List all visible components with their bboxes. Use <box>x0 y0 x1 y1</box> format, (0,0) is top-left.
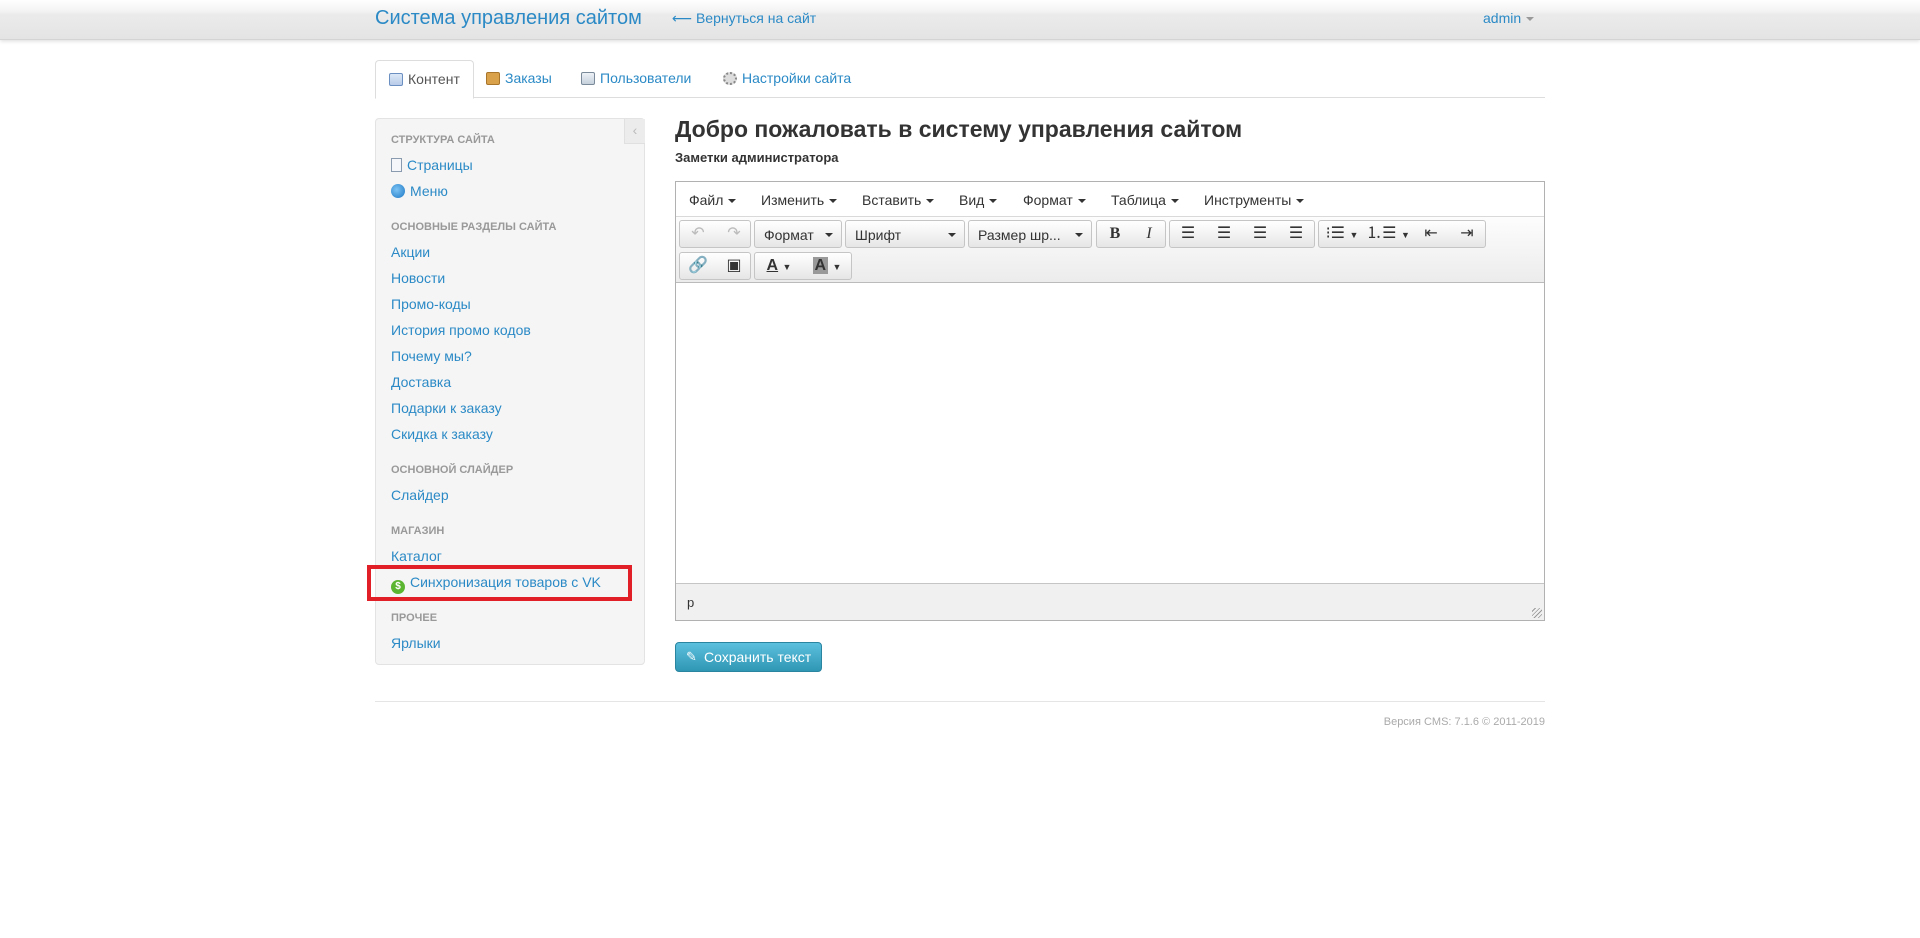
orders-icon <box>486 72 500 85</box>
tab-content[interactable]: Контент <box>375 60 474 99</box>
tab-orders[interactable]: Заказы <box>473 60 565 98</box>
sidebar-item-delivery[interactable]: Доставка <box>391 374 451 390</box>
sidebar-item-order-gifts[interactable]: Подарки к заказу <box>391 400 502 416</box>
element-path[interactable]: p <box>687 595 694 610</box>
pencil-icon: ✎ <box>686 649 697 664</box>
redo-icon[interactable]: ↷ <box>716 221 752 247</box>
history-group: ↶ ↷ <box>679 220 751 248</box>
indent-icon[interactable]: ⇥ <box>1449 221 1485 247</box>
link-icon[interactable]: 🔗 <box>680 253 716 279</box>
users-icon <box>581 72 595 85</box>
editor-menubar: Файл Изменить Вставить Вид Формат Таблиц… <box>676 182 1544 217</box>
editor-toolbar: ↶ ↷ Формат Шрифт Размер шр... B I ☰ ☰ ☰ … <box>676 217 1544 283</box>
sidebar-item-catalog[interactable]: Каталог <box>391 548 442 564</box>
user-menu[interactable]: admin <box>1483 10 1535 26</box>
sidebar-item-why-us[interactable]: Почему мы? <box>391 348 472 364</box>
image-icon[interactable]: ▣ <box>716 253 752 279</box>
pages-icon <box>391 158 402 172</box>
footer-divider <box>375 701 1545 702</box>
format-select[interactable]: Формат <box>754 220 842 248</box>
sidebar-header-shop: Магазин <box>391 525 445 537</box>
tab-users[interactable]: Пользователи <box>568 60 704 98</box>
sidebar-item-shortcuts[interactable]: Ярлыки <box>391 635 441 651</box>
font-select[interactable]: Шрифт <box>845 220 965 248</box>
align-center-icon[interactable]: ☰ <box>1206 221 1242 247</box>
highlight-box <box>367 565 632 601</box>
text-style-group: B I <box>1096 220 1166 248</box>
sidebar-header-main-sections: Основные разделы сайта <box>391 221 557 233</box>
sidebar-item-slider[interactable]: Слайдер <box>391 487 449 503</box>
footer-version: Версия CMS: 7.1.6 © 2011-2019 <box>1383 716 1545 728</box>
numbered-list-icon[interactable]: ⒈☰ ▼ <box>1365 221 1411 247</box>
save-text-button[interactable]: ✎ Сохранить текст <box>675 642 822 672</box>
undo-icon[interactable]: ↶ <box>680 221 716 247</box>
sidebar-collapse-button[interactable]: ‹ <box>624 119 645 144</box>
background-color-icon[interactable]: A ▼ <box>803 253 851 279</box>
bold-icon[interactable]: B <box>1097 221 1133 247</box>
resize-handle-icon[interactable] <box>1532 608 1542 618</box>
menu-tools[interactable]: Инструменты <box>1204 192 1305 208</box>
sidebar-item-promo-history[interactable]: История промо кодов <box>391 322 531 338</box>
sidebar-item-promo-codes[interactable]: Промо-коды <box>391 296 471 312</box>
list-group: ⁝☰ ▼ ⒈☰ ▼ ⇤ ⇥ <box>1318 220 1486 248</box>
tab-site-settings[interactable]: Настройки сайта <box>710 60 864 98</box>
content-icon <box>389 73 403 86</box>
rich-text-editor: Файл Изменить Вставить Вид Формат Таблиц… <box>675 181 1545 621</box>
insert-group: 🔗 ▣ <box>679 252 751 280</box>
sidebar-item-promotions[interactable]: Акции <box>391 244 430 260</box>
menu-edit[interactable]: Изменить <box>761 192 838 208</box>
align-group: ☰ ☰ ☰ ☰ <box>1169 220 1315 248</box>
sidebar-header-other: Прочее <box>391 612 438 624</box>
align-left-icon[interactable]: ☰ <box>1170 221 1206 247</box>
menu-table[interactable]: Таблица <box>1111 192 1179 208</box>
align-right-icon[interactable]: ☰ <box>1242 221 1278 247</box>
text-color-icon[interactable]: A ▼ <box>755 253 803 279</box>
user-name: admin <box>1483 10 1522 26</box>
page-subtitle: Заметки администратора <box>675 150 839 165</box>
main-tabs: Контент Заказы Пользователи Настройки са… <box>375 60 1545 99</box>
sidebar-header-structure: Структура сайта <box>391 134 495 146</box>
sidebar-header-slider: Основной слайдер <box>391 464 514 476</box>
chevron-down-icon <box>1526 17 1535 22</box>
top-navbar: Система управления сайтом ⟵ Вернуться на… <box>0 0 1920 40</box>
sidebar-item-menu[interactable]: Меню <box>391 183 448 199</box>
globe-icon <box>391 184 405 198</box>
settings-icon <box>723 72 737 85</box>
editor-statusbar: p <box>676 583 1544 620</box>
back-to-site-link[interactable]: ⟵ Вернуться на сайт <box>672 10 816 27</box>
page-title: Добро пожаловать в систему управления са… <box>675 116 1243 142</box>
italic-icon[interactable]: I <box>1131 221 1167 247</box>
sidebar-item-order-discount[interactable]: Скидка к заказу <box>391 426 493 442</box>
sidebar-item-news[interactable]: Новости <box>391 270 445 286</box>
menu-view[interactable]: Вид <box>959 192 998 208</box>
bullet-list-icon[interactable]: ⁝☰ ▼ <box>1319 221 1365 247</box>
sidebar-item-pages[interactable]: Страницы <box>391 157 473 173</box>
editor-content-area[interactable] <box>676 283 1544 583</box>
color-group: A ▼ A ▼ <box>754 252 852 280</box>
font-size-select[interactable]: Размер шр... <box>968 220 1092 248</box>
menu-file[interactable]: Файл <box>689 192 737 208</box>
brand-title[interactable]: Система управления сайтом <box>375 7 642 30</box>
outdent-icon[interactable]: ⇤ <box>1413 221 1449 247</box>
menu-format[interactable]: Формат <box>1023 192 1086 208</box>
menu-insert[interactable]: Вставить <box>862 192 935 208</box>
align-justify-icon[interactable]: ☰ <box>1278 221 1314 247</box>
